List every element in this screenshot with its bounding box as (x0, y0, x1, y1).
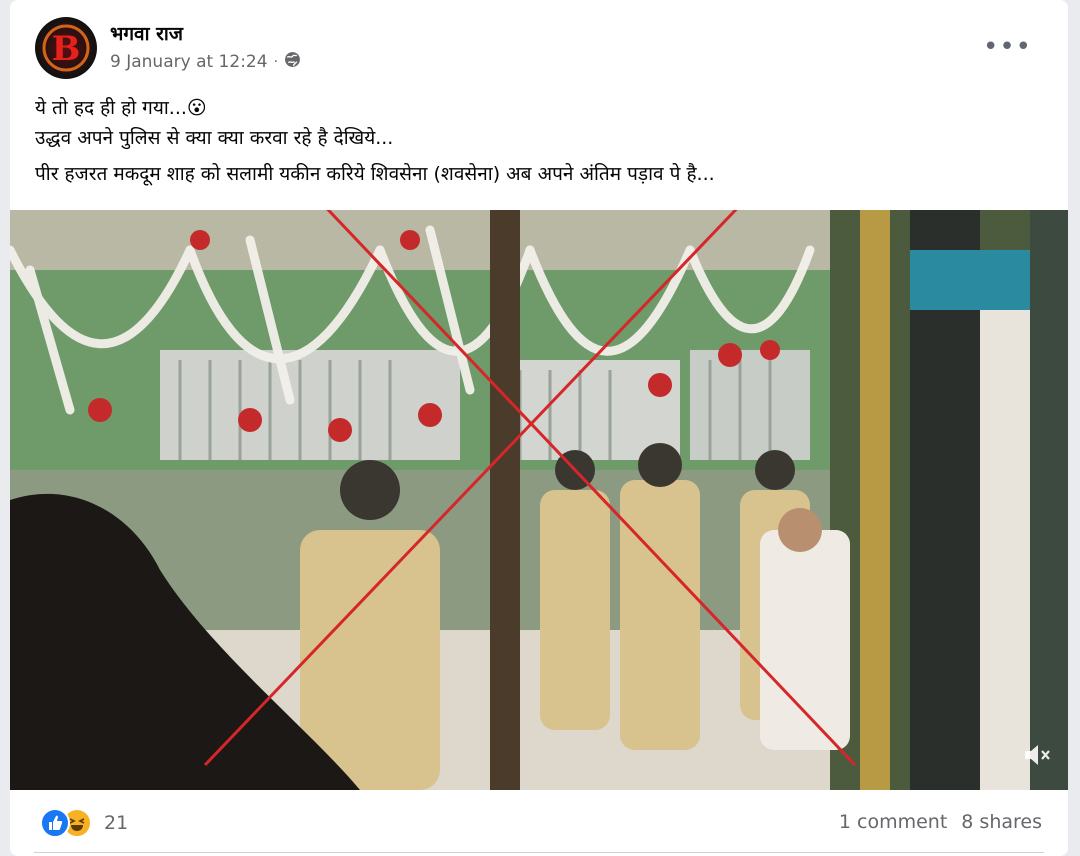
avatar[interactable]: B (35, 17, 97, 79)
post-text: ये तो हद ही हो गया...😮 उद्धव अपने पुलिस … (35, 93, 1035, 189)
reactions-summary[interactable]: 21 (40, 808, 128, 838)
comments-count[interactable]: 1 comment (839, 811, 947, 833)
post-text-line: पीर हजरत मकदूम शाह को सलामी यकीन करिये श… (35, 163, 715, 185)
shares-count[interactable]: 8 shares (961, 811, 1042, 833)
post-meta: 9 January at 12:24 · (110, 51, 301, 73)
video-frame (10, 210, 1068, 790)
speaker-muted-icon[interactable] (1020, 738, 1054, 772)
post-text-line: ये तो हद ही हो गया...😮 (35, 97, 207, 119)
engagement-counts: 1 comment 8 shares (839, 811, 1042, 833)
like-reaction-icon (40, 808, 70, 838)
globe-icon[interactable] (284, 51, 301, 73)
post-author[interactable]: भगवा राज (110, 20, 183, 46)
avatar-letter: B (52, 29, 81, 69)
reaction-count: 21 (104, 812, 129, 834)
meta-separator: · (273, 54, 279, 70)
avatar-logo: B (42, 24, 90, 72)
post-text-line: उद्धव अपने पुलिस से क्या क्या करवा रहे ह… (35, 127, 394, 149)
post-stats: 21 1 comment 8 shares (10, 800, 1068, 848)
post-timestamp[interactable]: 9 January at 12:24 (110, 52, 268, 72)
action-divider (34, 852, 1044, 853)
more-options-button[interactable]: ••• (983, 32, 1032, 62)
post-card: B भगवा राज 9 January at 12:24 · ••• ये त… (10, 0, 1068, 856)
post-video[interactable] (10, 210, 1068, 790)
